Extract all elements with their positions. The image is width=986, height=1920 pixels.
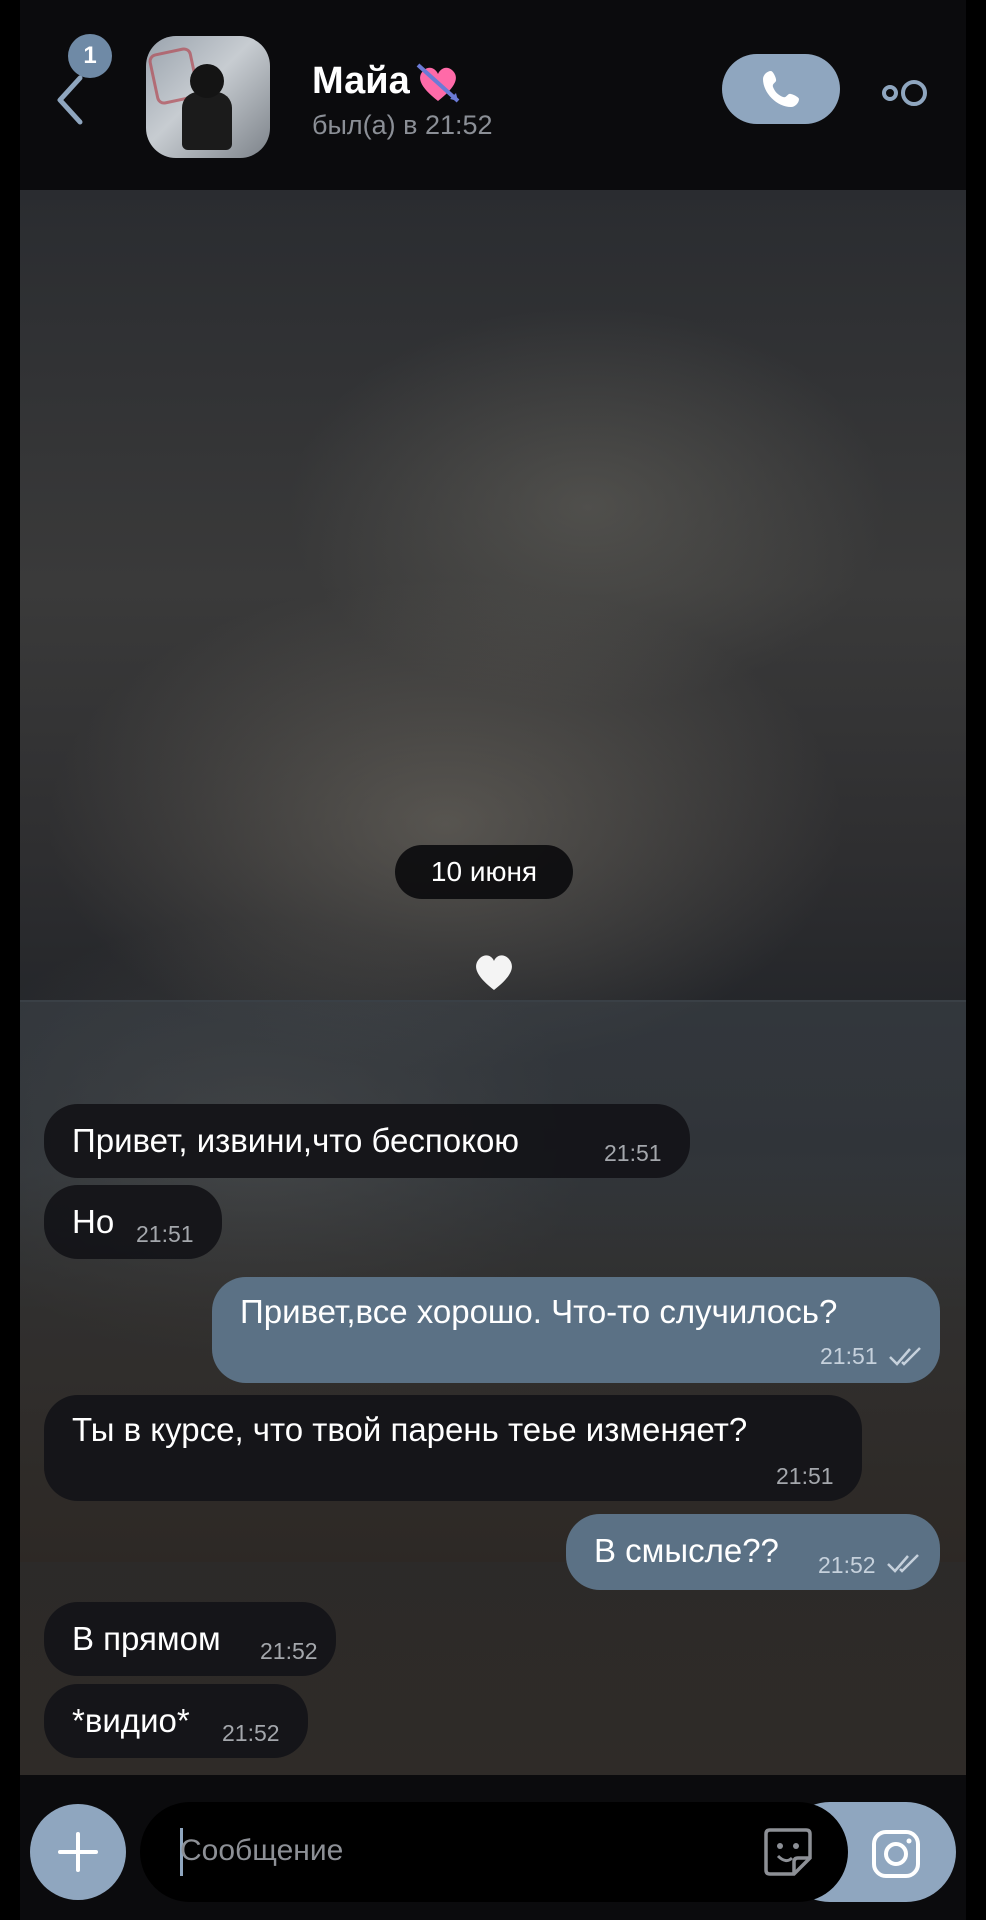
message-incoming[interactable]: В прямом 21:52 — [44, 1602, 336, 1676]
message-time: 21:52 — [260, 1638, 318, 1664]
camera-icon[interactable] — [868, 1826, 924, 1882]
contact-name-row[interactable]: Майа — [312, 60, 462, 105]
double-check-icon — [889, 1347, 921, 1366]
avatar-figure-body — [182, 92, 232, 150]
double-check-icon — [887, 1554, 919, 1573]
attach-button[interactable] — [30, 1804, 126, 1900]
message-text: Привет, извини,что беспокою — [72, 1122, 520, 1159]
contact-name: Майа — [312, 60, 410, 102]
last-seen-status: был(а) в 21:52 — [312, 110, 493, 140]
message-time: 21:51 — [776, 1463, 834, 1489]
message-text: В прямом — [72, 1620, 221, 1657]
phone-icon — [763, 71, 799, 107]
message-text: *видио* — [72, 1702, 190, 1739]
message-text: Привет,все хорошо. Что-то случилось? — [240, 1293, 838, 1330]
message-text: Но — [72, 1203, 115, 1240]
message-input-placeholder: Сообщение — [180, 1834, 344, 1867]
unread-badge: 1 — [68, 34, 112, 78]
date-separator: 10 июня — [395, 845, 573, 899]
message-time: 21:51 — [136, 1221, 194, 1247]
message-outgoing[interactable]: Привет,все хорошо. Что-то случилось? 21:… — [212, 1277, 940, 1383]
message-incoming[interactable]: Но 21:51 — [44, 1185, 222, 1259]
message-time: 21:51 — [820, 1343, 878, 1369]
message-incoming[interactable]: *видио* 21:52 — [44, 1684, 308, 1758]
message-time: 21:52 — [818, 1552, 876, 1578]
message-input[interactable]: Сообщение — [140, 1802, 848, 1902]
call-button[interactable] — [722, 54, 840, 124]
avatar-figure-head — [190, 64, 224, 98]
message-incoming[interactable]: Привет, извини,что беспокою 21:51 — [44, 1104, 690, 1178]
avatar[interactable] — [146, 36, 270, 158]
message-outgoing[interactable]: В смысле?? 21:52 — [566, 1514, 940, 1590]
sticker-icon[interactable] — [760, 1824, 816, 1880]
message-text: В смысле?? — [594, 1532, 779, 1569]
chevron-left-icon[interactable] — [50, 70, 90, 130]
more-dots-icon[interactable] — [878, 78, 930, 108]
message-text: Ты в курсе, что твой парень теье изменяе… — [72, 1411, 748, 1448]
message-time: 21:51 — [604, 1140, 662, 1166]
plus-icon — [58, 1832, 98, 1872]
message-time: 21:52 — [222, 1720, 280, 1746]
heart-arrow-emoji-icon — [416, 63, 460, 103]
white-heart-emoji-icon — [476, 955, 512, 990]
message-incoming[interactable]: Ты в курсе, что твой парень теье изменяе… — [44, 1395, 862, 1501]
